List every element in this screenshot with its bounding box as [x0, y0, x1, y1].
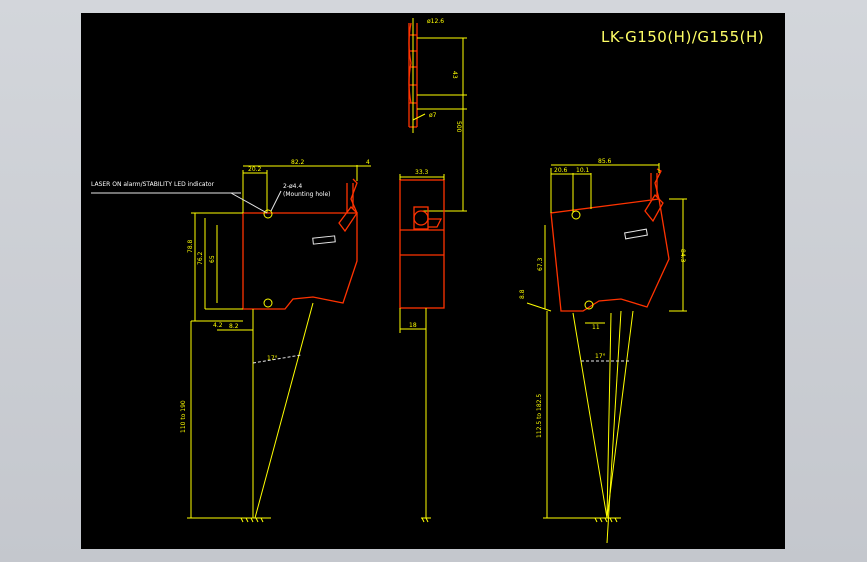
left-dim-range: 110 to 190 [180, 400, 187, 433]
cable-diameter-label: ø12.6 [427, 18, 444, 25]
right-dim-7: 11 [592, 324, 600, 331]
drawing-canvas: LK-G150(H)/G155(H) ø12.6 43 500 ø7 20.2 … [81, 13, 785, 549]
left-dim-2: 82.2 [291, 159, 305, 166]
left-angle: 17° [267, 355, 278, 362]
right-side-view: 20.6 10.1 85.6 67.3 84.3 8.8 11 17° 112.… [519, 158, 687, 544]
left-dim-8: 8.2 [229, 323, 239, 330]
left-side-view: 20.2 82.2 4 78.8 76.2 65 4.2 8.2 17° 110… [91, 159, 371, 523]
led-indicator-label: LASER ON alarm/STABILITY LED indicator [91, 181, 215, 188]
cable-diameter2-label: ø7 [429, 112, 437, 119]
right-dim-4: 67.3 [537, 257, 544, 271]
technical-drawing: LK-G150(H)/G155(H) ø12.6 43 500 ø7 20.2 … [91, 18, 764, 544]
left-dim-1: 20.2 [248, 166, 262, 173]
left-dim-6: 65 [209, 255, 216, 263]
right-dim-range: 112.5 to 182.5 [536, 394, 543, 438]
right-dim-1: 20.6 [554, 167, 568, 174]
mounting-hole-label: 2-ø4.4 [283, 183, 302, 190]
drawing-title: LK-G150(H)/G155(H) [601, 28, 764, 46]
cable-length-label: 43 [451, 71, 458, 79]
mounting-hole-note: (Mounting hole) [283, 191, 331, 198]
right-dim-3: 85.6 [598, 158, 612, 165]
right-dim-6: 8.8 [519, 289, 526, 299]
left-dim-7: 4.2 [213, 322, 223, 329]
right-angle: 17° [595, 353, 606, 360]
middle-dim-2: 18 [409, 322, 417, 329]
cad-window-background: LK-G150(H)/G155(H) ø12.6 43 500 ø7 20.2 … [0, 0, 867, 562]
right-dim-5: 84.3 [679, 249, 686, 263]
left-dim-3: 4 [366, 159, 370, 166]
front-view: 33.3 18 [399, 169, 445, 523]
left-dim-5: 76.2 [197, 251, 204, 265]
middle-dim-1: 33.3 [415, 169, 429, 176]
right-dim-2: 10.1 [576, 167, 590, 174]
left-dim-4: 78.8 [187, 239, 194, 253]
cable-500-label: 500 [455, 121, 462, 133]
cable-view: ø12.6 43 500 ø7 [408, 18, 467, 212]
